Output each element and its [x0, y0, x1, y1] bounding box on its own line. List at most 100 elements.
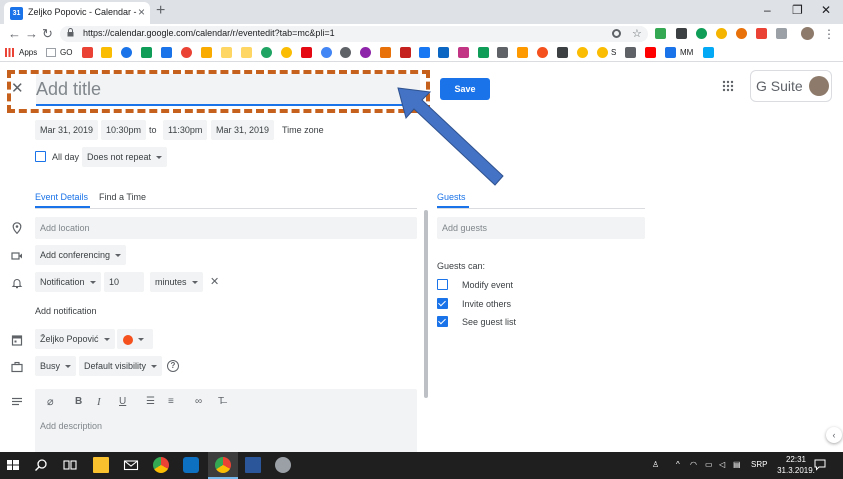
numbered-list-icon[interactable]: ☰	[146, 395, 155, 409]
bookmark-icon[interactable]	[597, 47, 608, 58]
app-icon[interactable]	[275, 457, 291, 473]
file-explorer-icon[interactable]	[93, 457, 109, 473]
linkedin-bookmark-icon[interactable]	[438, 47, 449, 58]
bookmark-go[interactable]: GO	[60, 48, 72, 57]
attach-icon[interactable]: ⌀	[47, 395, 54, 409]
clock-time[interactable]: 22:31	[778, 455, 814, 465]
bookmark-icon[interactable]	[497, 47, 508, 58]
bookmark-apps[interactable]: Apps	[19, 48, 37, 57]
add-notification-link[interactable]: Add notification	[35, 301, 97, 321]
bookmark-icon[interactable]	[101, 47, 112, 58]
bookmark-icon[interactable]	[221, 47, 232, 58]
amazon-bookmark-icon[interactable]	[517, 47, 528, 58]
busy-dropdown[interactable]: Busy	[35, 356, 77, 376]
see-guest-list-checkbox[interactable]	[437, 316, 448, 327]
help-icon[interactable]: ?	[167, 360, 179, 372]
extension-icon[interactable]	[655, 28, 666, 39]
description-textarea[interactable]: Add description	[35, 415, 417, 452]
apps-icon[interactable]	[5, 48, 14, 57]
clock-date[interactable]: 31.3.2019.	[774, 466, 818, 476]
notification-type-dropdown[interactable]: Notification	[35, 272, 101, 292]
facebook-bookmark-icon[interactable]	[419, 47, 430, 58]
bookmark-icon[interactable]	[321, 47, 332, 58]
bold-icon[interactable]: B	[75, 395, 82, 409]
link-icon[interactable]: ∞	[195, 395, 202, 409]
reload-icon[interactable]: ↻	[42, 25, 53, 43]
modify-event-checkbox[interactable]	[437, 279, 448, 290]
teamviewer-icon[interactable]	[183, 457, 199, 473]
active-taskbar-item[interactable]	[208, 452, 238, 479]
bookmark-icon[interactable]	[665, 47, 676, 58]
address-bar[interactable]: https://calendar.google.com/calendar/r/e…	[60, 26, 648, 42]
task-view-icon[interactable]	[62, 457, 78, 473]
extension-icon[interactable]	[736, 28, 747, 39]
back-icon[interactable]: ←	[8, 25, 21, 43]
tab-event-details[interactable]: Event Details	[35, 191, 88, 203]
bookmark-s[interactable]: S	[611, 48, 616, 57]
chevron-up-icon[interactable]: ^	[676, 460, 680, 470]
extension-icon[interactable]	[676, 28, 687, 39]
search-icon[interactable]	[33, 457, 49, 473]
location-input[interactable]: Add location	[35, 217, 417, 239]
save-button[interactable]: Save	[440, 78, 490, 100]
bookmark-icon[interactable]	[400, 47, 411, 58]
end-date-chip[interactable]: Mar 31, 2019	[211, 120, 275, 140]
people-icon[interactable]: ♙	[652, 460, 659, 470]
restore-icon[interactable]: ❐	[792, 2, 803, 18]
calendar-owner-dropdown[interactable]: Željko Popović	[35, 329, 115, 349]
start-date-chip[interactable]: Mar 31, 2019	[35, 120, 99, 140]
bookmark-icon[interactable]	[201, 47, 212, 58]
bookmark-icon[interactable]	[360, 47, 371, 58]
window-close-icon[interactable]: ✕	[821, 2, 831, 18]
netflix-bookmark-icon[interactable]	[301, 47, 312, 58]
chrome-icon[interactable]	[153, 457, 169, 473]
battery-icon[interactable]: ▭	[705, 460, 713, 470]
notifications-icon[interactable]	[814, 459, 826, 471]
end-time-chip[interactable]: 11:30pm	[163, 120, 208, 140]
invite-others-checkbox[interactable]	[437, 298, 448, 309]
new-tab-icon[interactable]: +	[156, 2, 165, 20]
bookmark-icon[interactable]	[281, 47, 292, 58]
bookmark-icon[interactable]	[121, 47, 132, 58]
italic-icon[interactable]: I	[97, 395, 101, 409]
profile-avatar[interactable]	[801, 27, 814, 40]
tab-find-time[interactable]: Find a Time	[99, 191, 146, 203]
minimize-icon[interactable]: –	[764, 2, 771, 18]
instagram-bookmark-icon[interactable]	[458, 47, 469, 58]
start-time-chip[interactable]: 10:30pm	[101, 120, 147, 140]
clear-format-icon[interactable]: T̶	[218, 395, 224, 409]
calendar-bookmark-icon[interactable]	[161, 47, 172, 58]
notification-unit-dropdown[interactable]: minutes	[150, 272, 203, 292]
drive-bookmark-icon[interactable]	[141, 47, 152, 58]
doc-bookmark-icon[interactable]	[46, 48, 56, 57]
extension-icon[interactable]	[756, 28, 767, 39]
forward-icon[interactable]: →	[25, 25, 38, 43]
repeat-dropdown[interactable]: Does not repeat	[82, 147, 168, 167]
event-color-dropdown[interactable]	[117, 329, 153, 349]
word-icon[interactable]	[245, 457, 261, 473]
bookmark-icon[interactable]	[340, 47, 351, 58]
language-indicator[interactable]: SRP	[751, 460, 767, 470]
bookmark-icon[interactable]	[557, 47, 568, 58]
extension-icon[interactable]	[716, 28, 727, 39]
bullet-list-icon[interactable]: ≡	[168, 395, 174, 409]
tab-close-icon[interactable]: ×	[138, 5, 145, 19]
bookmark-icon[interactable]	[241, 47, 252, 58]
chevron-left-icon[interactable]: ‹	[826, 427, 842, 443]
bookmark-icon[interactable]	[625, 47, 636, 58]
guests-input[interactable]: Add guests	[437, 217, 645, 239]
extension-icon[interactable]	[696, 28, 707, 39]
timezone-link[interactable]: Time zone	[282, 120, 324, 140]
bookmark-icon[interactable]	[261, 47, 272, 58]
gmail-bookmark-icon[interactable]	[82, 47, 93, 58]
bookmark-mm[interactable]: MM	[680, 48, 693, 57]
apps-grid-icon[interactable]	[722, 80, 734, 92]
star-icon[interactable]: ☆	[632, 26, 642, 42]
bookmark-icon[interactable]	[380, 47, 391, 58]
visibility-dropdown[interactable]: Default visibility	[79, 356, 163, 376]
windows-start-icon[interactable]	[5, 457, 21, 473]
conferencing-dropdown[interactable]: Add conferencing	[35, 245, 127, 265]
extension-icon[interactable]	[776, 28, 787, 39]
volume-icon[interactable]: ◁	[719, 460, 725, 470]
keyboard-icon[interactable]: ▤	[733, 460, 741, 470]
